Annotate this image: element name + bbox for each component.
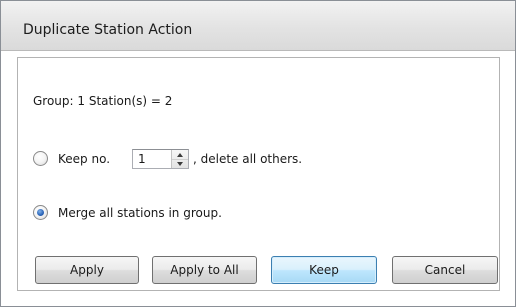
keep-suffix-label: , delete all others. <box>193 152 303 166</box>
keep-radio[interactable] <box>33 151 48 166</box>
keep-button[interactable]: Keep <box>271 256 377 284</box>
keep-label: Keep no. <box>58 152 111 166</box>
arrow-down-icon <box>177 161 183 166</box>
keep-number-stepper[interactable]: 1 <box>132 149 189 169</box>
stepper-buttons <box>171 150 188 168</box>
apply-to-all-button[interactable]: Apply to All <box>152 256 257 284</box>
group-info-text: Group: 1 Station(s) = 2 <box>33 94 173 108</box>
stepper-down-button[interactable] <box>172 159 188 168</box>
title-bar[interactable]: Duplicate Station Action <box>1 1 515 51</box>
merge-radio[interactable] <box>33 205 48 220</box>
cancel-button[interactable]: Cancel <box>392 256 498 284</box>
merge-label: Merge all stations in group. <box>58 206 222 220</box>
apply-button[interactable]: Apply <box>35 256 139 284</box>
keep-number-value: 1 <box>138 152 146 166</box>
radio-selected-dot <box>37 209 44 216</box>
arrow-up-icon <box>177 152 183 157</box>
dialog-title: Duplicate Station Action <box>23 22 193 38</box>
